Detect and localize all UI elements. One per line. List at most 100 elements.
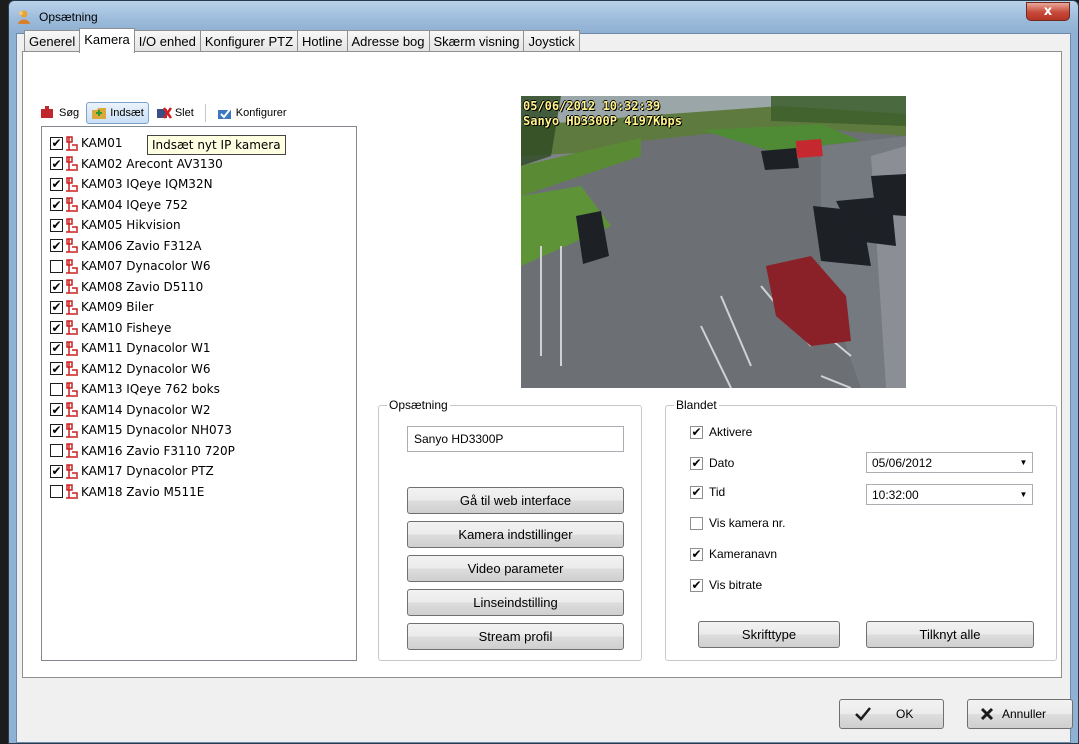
tab-joystick[interactable]: Joystick [523, 30, 580, 52]
lens-setting-button[interactable]: Linseindstilling [407, 589, 624, 616]
camera-label: KAM11 Dynacolor W1 [81, 341, 211, 355]
camera-checkbox[interactable]: ✔ [50, 300, 63, 314]
enable-checkbox[interactable]: ✔ [690, 425, 703, 439]
camera-number-option[interactable]: Vis kamera nr. [690, 516, 785, 530]
camera-name-checkbox[interactable]: ✔ [690, 547, 703, 561]
delete-button[interactable]: Slet [151, 102, 199, 124]
enable-option[interactable]: ✔ Aktivere [690, 425, 752, 439]
time-checkbox[interactable]: ✔ [690, 485, 703, 499]
ip-camera-icon [66, 156, 78, 171]
camera-checkbox[interactable] [50, 259, 63, 273]
camera-number-checkbox[interactable] [690, 516, 703, 530]
bitrate-option[interactable]: ✔ Vis bitrate [690, 578, 762, 592]
camera-checkbox[interactable]: ✔ [50, 280, 63, 293]
ip-camera-icon [66, 299, 78, 315]
camera-settings-button[interactable]: Kamera indstillinger [407, 521, 624, 548]
tab-kamera[interactable]: Kamera [79, 28, 135, 53]
close-icon: x [1043, 4, 1053, 19]
camera-checkbox[interactable]: ✔ [50, 362, 63, 375]
misc-group-title: Blandet [674, 398, 719, 412]
time-select[interactable]: 10:32:00 ▼ [866, 484, 1033, 505]
camera-checkbox[interactable] [50, 382, 63, 396]
camera-list-item[interactable]: KAM07 Dynacolor W6 [50, 256, 210, 276]
camera-checkbox[interactable]: ✔ [50, 218, 63, 232]
camera-list-item[interactable]: ✔ KAM12 Dynacolor W6 [50, 359, 210, 379]
camera-checkbox[interactable]: ✔ [50, 198, 63, 211]
camera-list-item[interactable]: ✔ KAM03 IQeye IQM32N [50, 174, 213, 194]
camera-label: KAM13 IQeye 762 boks [81, 382, 220, 396]
camera-checkbox[interactable]: ✔ [50, 136, 63, 150]
date-select[interactable]: 05/06/2012 ▼ [866, 452, 1033, 473]
camera-list-item[interactable]: ✔ KAM14 Dynacolor W2 [50, 400, 210, 420]
camera-list-item[interactable]: KAM13 IQeye 762 boks [50, 379, 220, 399]
camera-name-field[interactable]: Sanyo HD3300P [407, 426, 624, 452]
chevron-down-icon[interactable]: ▼ [1015, 453, 1032, 472]
insert-tooltip: Indsæt nyt IP kamera [147, 135, 286, 155]
tab-label: Generel [29, 34, 76, 49]
camera-label: KAM15 Dynacolor NH073 [81, 423, 232, 437]
camera-list-item[interactable]: ✔ KAM10 Fisheye [50, 318, 171, 338]
chevron-down-icon[interactable]: ▼ [1015, 485, 1032, 504]
camera-list-item[interactable]: ✔ KAM02 Arecont AV3130 [50, 154, 223, 174]
camera-list-item[interactable]: ✔ KAM08 Zavio D5110 [50, 277, 203, 297]
delete-camera-icon [156, 107, 172, 119]
date-option[interactable]: ✔ Dato [690, 456, 734, 470]
cross-icon [980, 707, 994, 721]
camera-list-item[interactable]: ✔ KAM05 Hikvision [50, 215, 181, 235]
bitrate-checkbox[interactable]: ✔ [690, 578, 703, 592]
camera-checkbox[interactable]: ✔ [50, 403, 63, 416]
date-label: Dato [709, 456, 735, 470]
search-button[interactable]: Søg [35, 102, 84, 124]
tab-skaerm-visning[interactable]: Skærm visning [428, 30, 525, 52]
close-button[interactable]: x [1026, 2, 1070, 21]
tab-label: I/O enhed [138, 34, 196, 49]
bitrate-label: Vis bitrate [709, 578, 763, 592]
enable-label: Aktivere [709, 425, 753, 439]
time-option[interactable]: ✔ Tid [690, 485, 725, 499]
tab-io-enhed[interactable]: I/O enhed [133, 30, 201, 52]
camera-list-item[interactable]: ✔ KAM17 Dynacolor PTZ [50, 461, 214, 481]
insert-button[interactable]: Indsæt [86, 102, 149, 124]
ip-camera-icon [66, 381, 78, 397]
tab-adresse-bog[interactable]: Adresse bog [346, 30, 430, 52]
camera-name-option[interactable]: ✔ Kameranavn [690, 547, 777, 561]
camera-list[interactable]: ✔ KAM01 ✔ KAM02 Arecont AV3130 ✔ KAM03 IQeye … [41, 126, 357, 661]
web-interface-button[interactable]: Gå til web interface [407, 487, 624, 514]
font-button[interactable]: Skrifttype [698, 621, 840, 648]
ok-button[interactable]: OK [839, 699, 944, 729]
connect-all-button[interactable]: Tilknyt alle [866, 621, 1034, 648]
camera-checkbox[interactable]: ✔ [50, 177, 63, 191]
camera-checkbox[interactable]: ✔ [50, 239, 63, 252]
video-parameter-button[interactable]: Video parameter [407, 555, 624, 582]
ip-camera-icon [66, 176, 78, 192]
camera-checkbox[interactable]: ✔ [50, 464, 63, 478]
camera-label: KAM16 Zavio F3110 720P [81, 443, 235, 458]
tab-hotline[interactable]: Hotline [297, 30, 348, 52]
camera-checkbox[interactable]: ✔ [50, 423, 63, 437]
tab-label: Skærm visning [433, 34, 520, 49]
camera-list-item[interactable]: ✔ KAM09 Biler [50, 297, 154, 317]
camera-list-item[interactable]: ✔ KAM15 Dynacolor NH073 [50, 420, 232, 440]
camera-list-item[interactable]: ✔ KAM01 [50, 133, 123, 153]
camera-list-item[interactable]: ✔ KAM11 Dynacolor W1 [50, 338, 210, 358]
stream-profile-button[interactable]: Stream profil [407, 623, 624, 650]
tab-generel[interactable]: Generel [24, 30, 81, 52]
camera-list-item[interactable]: KAM16 Zavio F3110 720P [50, 441, 235, 461]
camera-list-item[interactable]: KAM18 Zavio M511E [50, 482, 204, 502]
camera-checkbox[interactable]: ✔ [50, 157, 63, 170]
camera-list-item[interactable]: ✔ KAM04 IQeye 752 [50, 195, 188, 215]
insert-label: Indsæt [110, 107, 144, 119]
camera-checkbox[interactable]: ✔ [50, 341, 63, 355]
camera-label: KAM07 Dynacolor W6 [81, 259, 211, 273]
camera-checkbox[interactable]: ✔ [50, 321, 63, 334]
tab-label: Adresse bog [351, 34, 425, 49]
tab-konfigurer-ptz[interactable]: Konfigurer PTZ [199, 30, 299, 52]
date-checkbox[interactable]: ✔ [690, 456, 703, 470]
camera-list-item[interactable]: ✔ KAM06 Zavio F312A [50, 236, 202, 256]
cancel-label: Annuller [1002, 707, 1047, 721]
configure-button[interactable]: Konfigurer [212, 102, 292, 124]
camera-checkbox[interactable] [50, 444, 63, 457]
cancel-button[interactable]: Annuller [967, 699, 1073, 729]
app-icon [18, 10, 30, 24]
camera-checkbox[interactable] [50, 485, 63, 498]
